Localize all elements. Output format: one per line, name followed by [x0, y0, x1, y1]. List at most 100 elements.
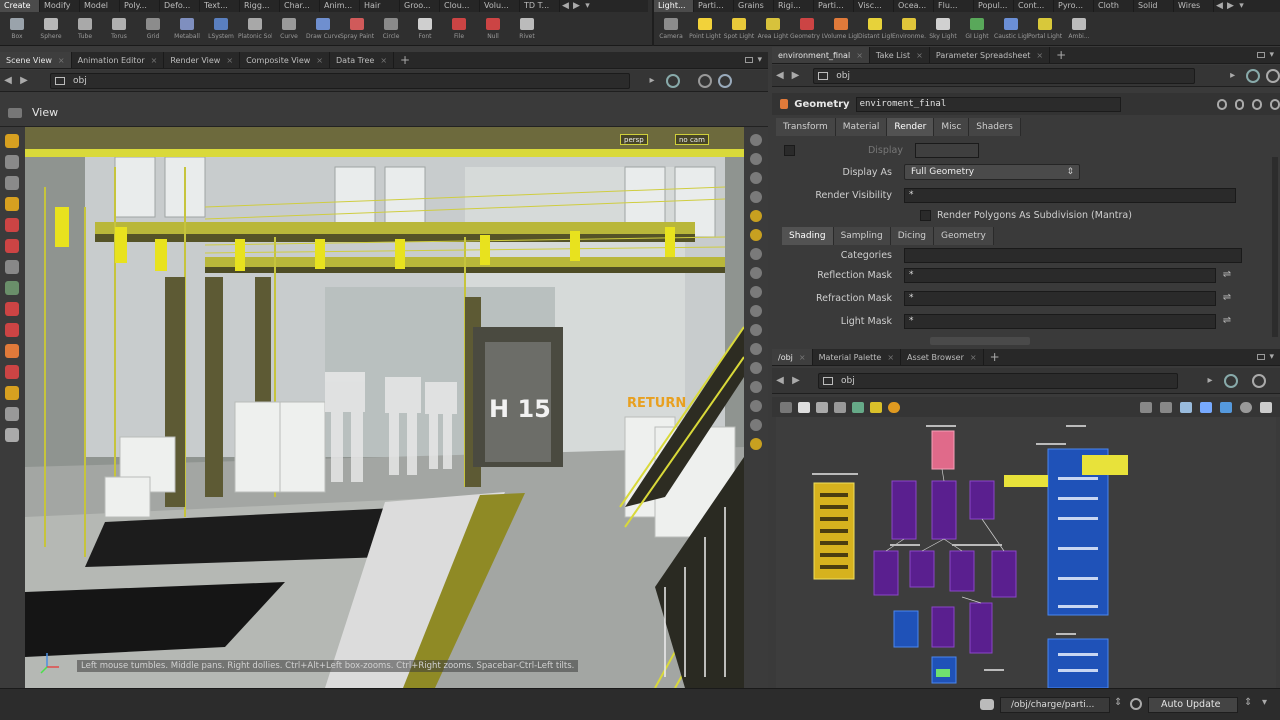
- network-snap-icon[interactable]: [1180, 401, 1192, 413]
- handle-tool-icon[interactable]: [5, 197, 19, 211]
- close-icon[interactable]: ×: [799, 353, 806, 362]
- network-editor-canvas[interactable]: [776, 417, 1276, 688]
- display-icon-7[interactable]: [750, 286, 762, 298]
- purple-node-1[interactable]: [891, 480, 917, 540]
- shelf-next-icon[interactable]: ▶: [571, 0, 582, 12]
- shelf-tab[interactable]: Pyro...: [1054, 0, 1094, 12]
- maximize-network-icon[interactable]: [1257, 354, 1266, 360]
- info-icon[interactable]: [1252, 98, 1263, 110]
- params-tab[interactable]: environment_final ×: [772, 47, 870, 63]
- shelf-tool[interactable]: Portal Light: [1028, 12, 1062, 46]
- shelf-tool[interactable]: File: [442, 12, 476, 46]
- shelf-tool[interactable]: GI Light: [960, 12, 994, 46]
- network-align-icon[interactable]: [1160, 401, 1172, 413]
- zoom-icon[interactable]: [698, 73, 712, 88]
- blue-node-small[interactable]: [893, 610, 919, 648]
- display-icon-9[interactable]: [750, 324, 762, 336]
- network-frame-icon[interactable]: [1220, 401, 1232, 413]
- params-scrollbar[interactable]: [1272, 157, 1278, 337]
- shelf-tool[interactable]: Geometry L...: [790, 12, 824, 46]
- display-icon-2[interactable]: [750, 153, 762, 165]
- snap-point-icon[interactable]: [5, 344, 19, 358]
- params-link-icon[interactable]: [1246, 68, 1261, 83]
- select-tool-icon[interactable]: [5, 134, 19, 148]
- purple-node-5[interactable]: [909, 550, 935, 588]
- shelf-tool[interactable]: Tube: [68, 12, 102, 46]
- shelf-tool[interactable]: LSystem: [204, 12, 238, 46]
- close-icon[interactable]: ×: [316, 56, 323, 65]
- shelf-tab[interactable]: Wires: [1174, 0, 1214, 12]
- display-icon-15[interactable]: [750, 438, 762, 450]
- shelf-tab[interactable]: Volu...: [480, 0, 520, 12]
- network-tab[interactable]: Material Palette ×: [813, 349, 902, 365]
- subdivision-checkbox[interactable]: [920, 209, 931, 221]
- close-icon[interactable]: ×: [1036, 51, 1043, 60]
- close-icon[interactable]: ×: [226, 56, 233, 65]
- close-icon[interactable]: ×: [856, 51, 863, 60]
- node-name-field[interactable]: enviroment_final: [855, 96, 1121, 112]
- display-icon-13[interactable]: [750, 400, 762, 412]
- auto-update-menu[interactable]: Auto Update: [1148, 697, 1238, 713]
- close-icon[interactable]: ×: [151, 56, 158, 65]
- shelf-tab[interactable]: Clou...: [440, 0, 480, 12]
- shelf-prev-icon[interactable]: ◀: [560, 0, 571, 12]
- close-icon[interactable]: ×: [887, 353, 894, 362]
- params-path-field[interactable]: obj: [813, 67, 1195, 84]
- close-icon[interactable]: ×: [380, 56, 387, 65]
- param-tab[interactable]: Material: [835, 118, 888, 136]
- shelf-tool[interactable]: Box: [0, 12, 34, 46]
- param-tab[interactable]: Transform: [776, 118, 836, 136]
- purple-node-3[interactable]: [969, 480, 995, 520]
- network-menu-icon[interactable]: ▾: [1269, 352, 1274, 362]
- display-icon-12[interactable]: [750, 381, 762, 393]
- brush-tool-icon[interactable]: [5, 281, 19, 295]
- link-icon[interactable]: [666, 73, 680, 88]
- network-list-icon[interactable]: [780, 401, 792, 413]
- transform-tool-icon[interactable]: [5, 155, 19, 169]
- add-network-tab-button[interactable]: +: [984, 349, 1006, 365]
- shelf-tool[interactable]: Point Light: [688, 12, 722, 46]
- shading-tab[interactable]: Sampling: [833, 227, 891, 245]
- shelf-tool[interactable]: Sphere: [34, 12, 68, 46]
- display-icon-10[interactable]: [750, 343, 762, 355]
- view-menu-icon[interactable]: [8, 108, 22, 118]
- shelf-tool[interactable]: Torus: [102, 12, 136, 46]
- network-pin-icon[interactable]: ▸: [1202, 375, 1218, 386]
- shelf-tool[interactable]: Environme...: [892, 12, 926, 46]
- render-visibility-field[interactable]: *: [904, 187, 1236, 203]
- reflection-mask-field[interactable]: *: [904, 267, 1216, 283]
- shelf-tool[interactable]: Caustic Light: [994, 12, 1028, 46]
- help-icon[interactable]: [1234, 98, 1245, 110]
- viewer-tab[interactable]: Data Tree ×: [330, 52, 395, 68]
- display-toggle[interactable]: [784, 144, 795, 156]
- shading-mode-icon[interactable]: [5, 428, 19, 442]
- display-icon-5[interactable]: [750, 248, 762, 260]
- network-color-icon[interactable]: [852, 401, 864, 413]
- display-icon-3[interactable]: [750, 172, 762, 184]
- light-mask-picker-icon[interactable]: ⇌: [1220, 315, 1234, 327]
- shelf-tab[interactable]: Flu...: [934, 0, 974, 12]
- network-tab[interactable]: /obj ×: [772, 349, 813, 365]
- shelf-tab[interactable]: Parti...: [814, 0, 854, 12]
- display-icon-8[interactable]: [750, 305, 762, 317]
- purple-node-8[interactable]: [931, 606, 955, 648]
- viewer-tab[interactable]: Scene View ×: [0, 52, 72, 68]
- param-tab[interactable]: Render: [887, 118, 935, 136]
- network-link-icon[interactable]: [1224, 373, 1238, 388]
- snap-grid-icon[interactable]: [5, 302, 19, 316]
- shelf-tool[interactable]: Platonic Sol...: [238, 12, 272, 46]
- shelf-tool[interactable]: Spot Light: [722, 12, 756, 46]
- shelf-tab[interactable]: Light...: [654, 0, 694, 12]
- display-field[interactable]: [915, 142, 979, 158]
- paint-tool-icon[interactable]: [5, 260, 19, 274]
- shelf-tool[interactable]: Null: [476, 12, 510, 46]
- viewer-path-field[interactable]: obj: [50, 72, 630, 89]
- shelf-tab[interactable]: Cont...: [1014, 0, 1054, 12]
- refraction-mask-picker-icon[interactable]: ⇌: [1220, 292, 1234, 304]
- add-tab-button[interactable]: +: [394, 52, 416, 68]
- params-tab[interactable]: Parameter Spreadsheet ×: [930, 47, 1051, 63]
- shelf-tab[interactable]: Create: [0, 0, 40, 12]
- shelf-tab[interactable]: Hair: [360, 0, 400, 12]
- shelf-tab[interactable]: Parti...: [694, 0, 734, 12]
- purple-node-6[interactable]: [949, 550, 975, 592]
